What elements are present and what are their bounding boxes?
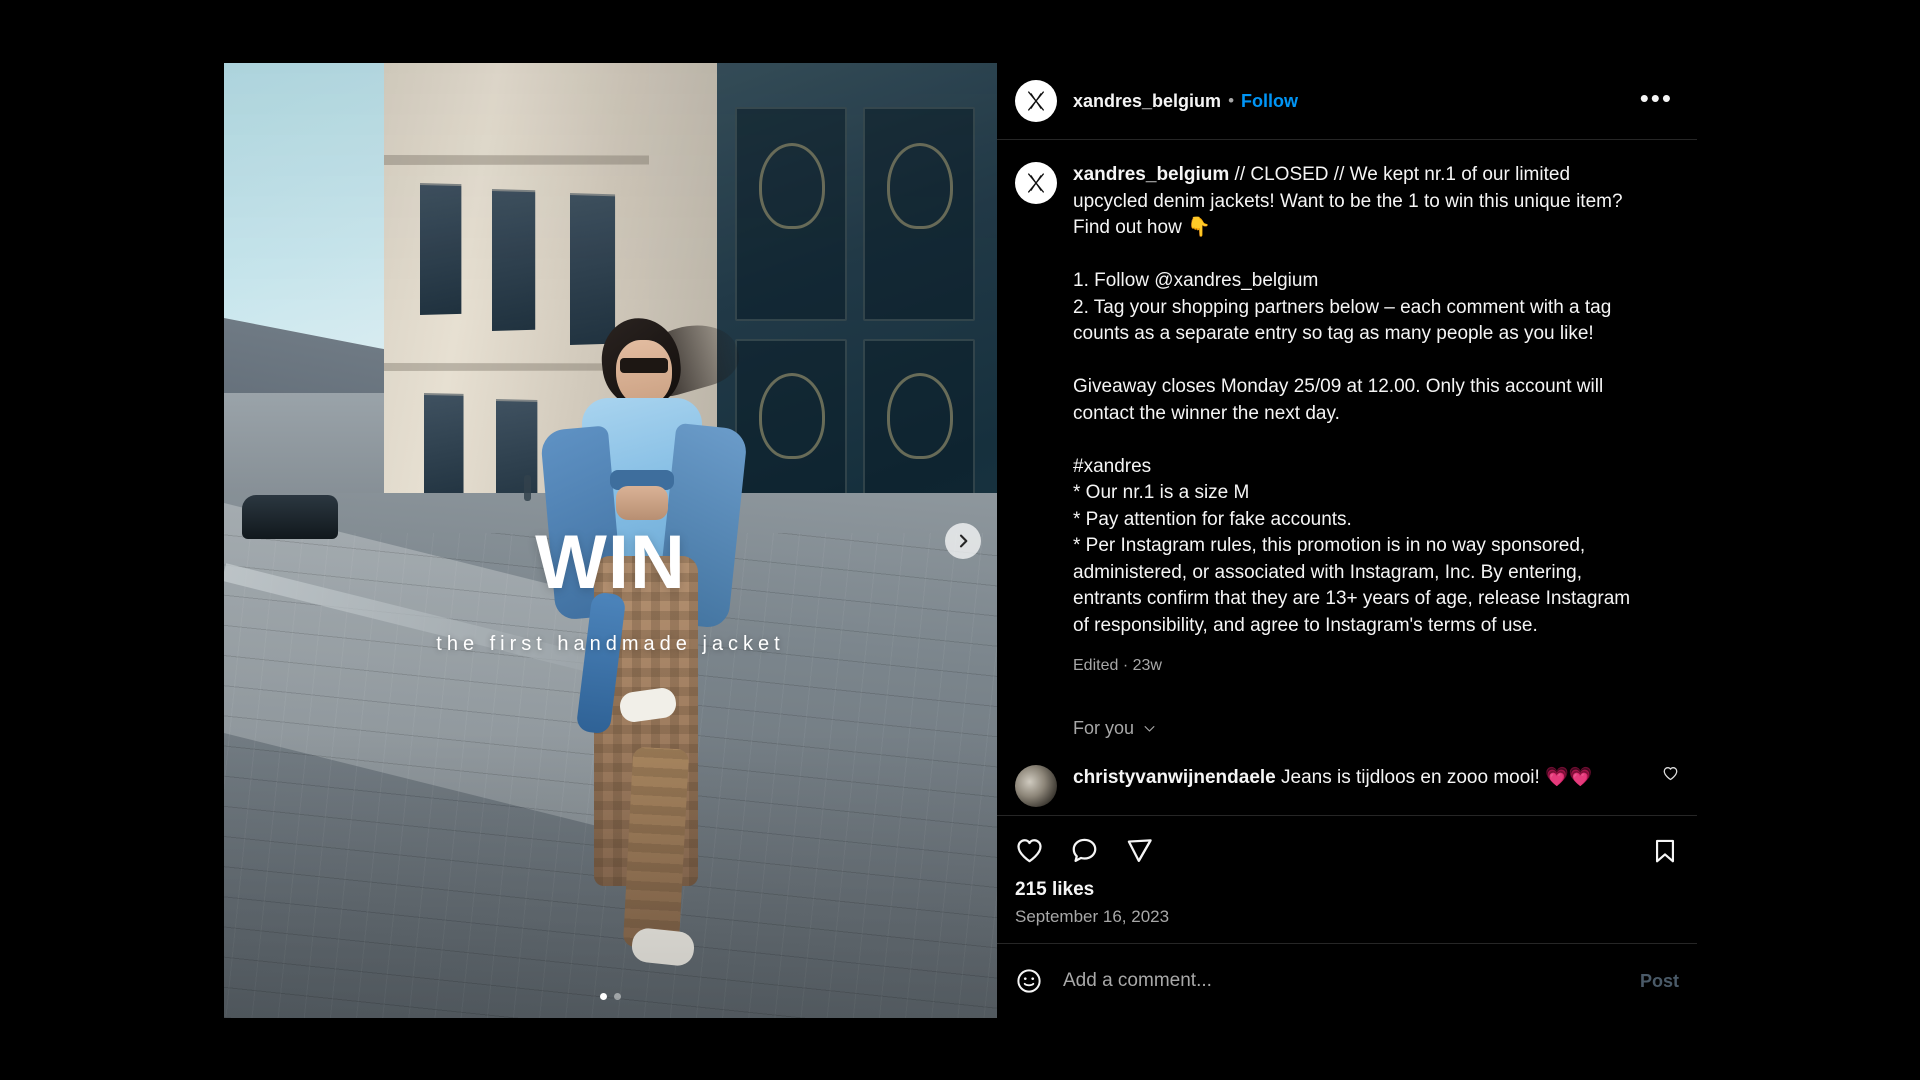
add-comment-input[interactable] <box>1061 969 1622 993</box>
heart-icon <box>1017 839 1042 863</box>
author-username[interactable]: xandres_belgium <box>1073 91 1221 112</box>
caption-meta: Edited · 23w <box>1073 657 1162 674</box>
photo-window <box>492 189 536 331</box>
emoji-smiley-icon <box>1017 969 1041 993</box>
photo-model-shoe-front <box>630 926 696 968</box>
comments-filter-button[interactable]: For you <box>1073 718 1679 739</box>
instagram-post-screen: WIN the first handmade jacket xandres_be… <box>0 0 1920 1080</box>
heart-icon <box>1663 766 1678 780</box>
follow-button[interactable]: Follow <box>1241 91 1298 112</box>
caption-comments-scroll[interactable]: xandres_belgium // CLOSED // We kept nr.… <box>997 140 1697 815</box>
comment-button[interactable] <box>1070 836 1099 865</box>
comment-bubble-icon <box>1072 838 1097 863</box>
caption-row: xandres_belgium // CLOSED // We kept nr.… <box>1015 162 1679 680</box>
post-header: xandres_belgium • Follow ••• <box>997 63 1697 139</box>
more-options-button[interactable]: ••• <box>1634 85 1679 117</box>
comment-body: Jeans is tijdloos en zooo mooi! 💗💗 <box>1275 766 1593 788</box>
commenter-username[interactable]: christyvanwijnendaele <box>1073 767 1276 788</box>
xandres-x-logo-icon <box>1028 91 1044 111</box>
post-comment-button[interactable]: Post <box>1640 971 1679 992</box>
caption-username[interactable]: xandres_belgium <box>1073 164 1229 185</box>
photo-model-leg-front <box>622 746 690 950</box>
caption-paragraph-3: Giveaway closes Monday 25/09 at 12.00. O… <box>1073 376 1609 424</box>
photo-gate-ornament <box>887 373 953 459</box>
carousel-dot-1[interactable] <box>600 993 607 1000</box>
post-actions <box>997 816 1697 865</box>
comment-text: christyvanwijnendaele Jeans is tijdloos … <box>1073 765 1646 791</box>
caption-paragraph-1: xandres_belgium // CLOSED // We kept nr.… <box>1073 162 1645 242</box>
bookmark-icon <box>1655 839 1675 862</box>
header-separator: • <box>1228 91 1235 110</box>
caption-paragraph-4: #xandres * Our nr.1 is a size M * Pay at… <box>1073 455 1631 636</box>
caption-author-avatar[interactable] <box>1015 162 1057 204</box>
photo-gate-ornament <box>887 143 953 229</box>
photo-gate-ornament <box>759 143 825 229</box>
likes-count[interactable]: 215 likes <box>997 865 1697 901</box>
media-overlay-subtitle: the first handmade jacket <box>436 633 785 655</box>
xandres-x-logo-icon <box>1028 173 1044 193</box>
author-avatar[interactable] <box>1015 80 1057 122</box>
photo-gate-ornament <box>759 373 825 459</box>
carousel-dot-2[interactable] <box>614 993 621 1000</box>
comment-like-button[interactable] <box>1662 765 1679 787</box>
commenter-avatar[interactable] <box>1015 764 1057 807</box>
share-paper-plane-icon <box>1127 839 1152 863</box>
post-media[interactable]: WIN the first handmade jacket <box>224 63 997 1018</box>
post-date: September 16, 2023 <box>1015 907 1170 926</box>
chevron-down-icon <box>1144 725 1155 732</box>
photo-model-face <box>616 340 672 406</box>
photo-window <box>424 393 464 505</box>
post-sidebar: xandres_belgium • Follow ••• xandres_bel… <box>997 63 1697 1018</box>
photo-model-hands <box>616 486 668 520</box>
caption-paragraph-2: 1. Follow @xandres_belgium 2. Tag your s… <box>1073 270 1612 344</box>
comment-compose-bar: Post <box>997 944 1697 1018</box>
save-button[interactable] <box>1651 837 1679 865</box>
carousel-next-button[interactable] <box>945 522 981 559</box>
photo-model-sunglasses <box>620 358 668 373</box>
photo-model <box>524 314 754 1018</box>
post-container: WIN the first handmade jacket xandres_be… <box>224 63 1697 1018</box>
carousel-dots <box>224 993 997 1000</box>
media-overlay-title: WIN <box>535 520 686 605</box>
photo-window <box>420 183 462 315</box>
caption-text: xandres_belgium // CLOSED // We kept nr.… <box>1073 162 1645 680</box>
like-button[interactable] <box>1015 836 1044 865</box>
share-button[interactable] <box>1125 836 1154 865</box>
chevron-right-icon <box>959 534 968 547</box>
comments-filter-label: For you <box>1073 717 1135 738</box>
emoji-picker-button[interactable] <box>1015 967 1043 995</box>
comment-item: christyvanwijnendaele Jeans is tijdloos … <box>1015 764 1679 807</box>
